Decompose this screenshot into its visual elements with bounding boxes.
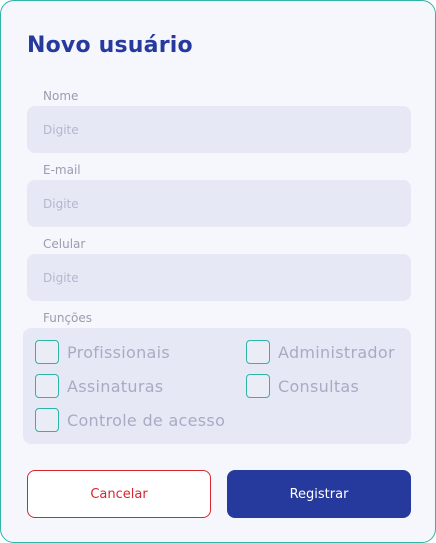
role-administrador[interactable]: Administrador — [246, 340, 395, 364]
role-label-assinaturas: Assinaturas — [67, 376, 164, 396]
role-profissionais[interactable]: Profissionais — [35, 340, 170, 364]
role-label-consultas: Consultas — [278, 376, 360, 396]
register-button[interactable]: Registrar — [227, 470, 411, 518]
phone-label: Celular — [43, 237, 86, 251]
name-input[interactable] — [27, 106, 411, 153]
checkbox-assinaturas[interactable] — [35, 374, 59, 398]
role-assinaturas[interactable]: Assinaturas — [35, 374, 163, 398]
role-controle-de-acesso[interactable]: Controle de acesso — [35, 408, 225, 432]
checkbox-profissionais[interactable] — [35, 340, 59, 364]
role-label-administrador: Administrador — [278, 342, 395, 362]
name-label: Nome — [43, 89, 79, 103]
checkbox-administrador[interactable] — [246, 340, 270, 364]
role-label-profissionais: Profissionais — [67, 342, 170, 362]
roles-label: Funções — [43, 311, 93, 325]
checkbox-consultas[interactable] — [246, 374, 270, 398]
new-user-card: Novo usuário Nome E-mail Celular Funções… — [0, 0, 436, 543]
email-label: E-mail — [43, 163, 81, 177]
phone-input[interactable] — [27, 254, 411, 301]
role-label-controle-de-acesso: Controle de acesso — [67, 410, 226, 430]
email-input[interactable] — [27, 180, 411, 227]
cancel-button[interactable]: Cancelar — [27, 470, 211, 518]
checkbox-controle-de-acesso[interactable] — [35, 408, 59, 432]
page-title: Novo usuário — [27, 33, 193, 58]
role-consultas[interactable]: Consultas — [246, 374, 359, 398]
